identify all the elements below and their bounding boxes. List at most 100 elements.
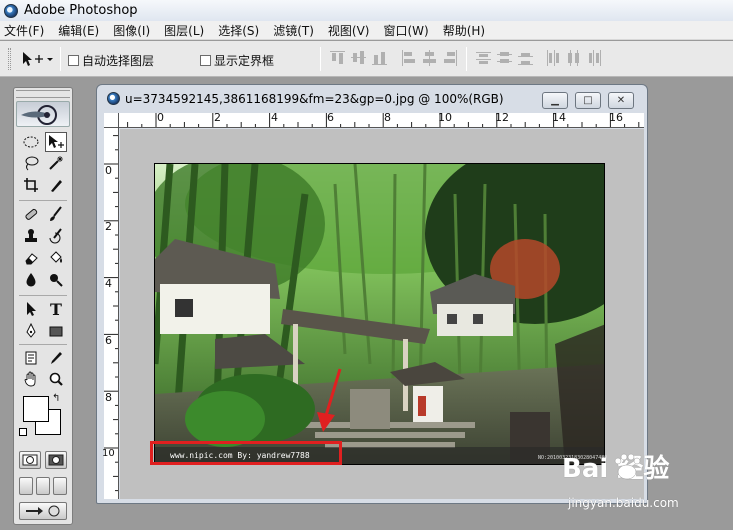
app-title: Adobe Photoshop [24,3,138,18]
shape-icon[interactable] [45,321,67,341]
tool-preset-picker[interactable] [20,50,54,68]
align-buttons [330,50,458,66]
auto-select-checkbox[interactable] [68,55,79,66]
menu-image[interactable]: 图像(I) [113,22,150,39]
align-left-icon[interactable] [401,50,416,66]
eyedropper-icon[interactable] [45,348,67,368]
show-bounds-label: 显示定界框 [214,54,275,68]
crop-icon[interactable] [20,175,42,195]
eraser-icon[interactable] [20,248,42,268]
photoshop-feather-icon[interactable] [16,101,70,127]
hand-icon[interactable] [20,369,42,389]
pen-icon[interactable] [20,321,42,341]
distribute-vcenter-icon[interactable] [497,50,512,66]
align-hcenter-icon[interactable] [422,50,437,66]
toolbox-divider [19,344,67,345]
separator [320,47,321,71]
ruler-top-label: 10 [438,111,452,124]
path-select-icon[interactable] [20,299,42,319]
align-vcenter-icon[interactable] [351,50,366,66]
distribute-hcenter-icon[interactable] [566,50,581,66]
move-icon[interactable] [45,132,67,152]
separator [466,47,467,71]
align-bottom-icon[interactable] [372,50,387,66]
full-screen-icon[interactable] [53,477,67,495]
standard-screen-icon[interactable] [19,477,33,495]
ruler-origin[interactable] [104,113,119,128]
history-brush-icon[interactable] [45,226,67,246]
paint-bucket-icon[interactable] [45,248,67,268]
toolbox-divider [19,200,67,201]
jump-to-imageready-icon[interactable] [19,502,67,520]
zoom-icon[interactable] [45,369,67,389]
document-title: u=3734592145,3861168199&fm=23&gp=0.jpg @… [125,92,504,106]
type-icon[interactable]: T [45,299,67,319]
marquee-icon[interactable] [20,132,42,152]
auto-select-label: 自动选择图层 [82,54,155,68]
align-top-icon[interactable] [330,50,345,66]
ruler-ticks [104,135,118,492]
auto-select-layer-option[interactable]: 自动选择图层 [68,52,154,69]
close-button[interactable]: ✕ [608,92,634,109]
menu-bar: 文件(F) 编辑(E) 图像(I) 图层(L) 选择(S) 滤镜(T) 视图(V… [0,21,733,40]
foreground-color-swatch[interactable] [23,396,49,422]
lasso-icon[interactable] [20,153,42,173]
slice-icon[interactable] [45,175,67,195]
menu-help[interactable]: 帮助(H) [443,22,485,39]
maximize-button[interactable]: □ [575,92,601,109]
vertical-ruler[interactable] [104,128,119,499]
blur-icon[interactable] [20,270,42,290]
menu-layer[interactable]: 图层(L) [164,22,204,39]
menu-file[interactable]: 文件(F) [4,22,44,39]
photoshop-logo-icon [4,3,18,18]
default-colors-icon[interactable] [19,428,27,436]
menu-filter[interactable]: 滤镜(T) [273,22,314,39]
ruler-top-label: 16 [609,111,623,124]
ruler-left-label: 8 [105,391,112,404]
ruler-top-label: 12 [495,111,509,124]
full-screen-menu-icon[interactable] [36,477,50,495]
minimize-button[interactable]: ▁ [542,92,568,109]
menu-select[interactable]: 选择(S) [218,22,259,39]
show-bounds-option[interactable]: 显示定界框 [200,52,274,69]
ruler-top-label: 4 [271,111,278,124]
move-icon [23,52,53,66]
app-titlebar: Adobe Photoshop [0,0,733,21]
menu-edit[interactable]: 编辑(E) [58,22,99,39]
separator [60,47,61,71]
document-icon [107,92,120,105]
bamboo-forest-photo [155,164,604,464]
ruler-top-label: 2 [214,111,221,124]
ruler-top-label: 0 [157,111,164,124]
healing-brush-icon[interactable] [20,204,42,224]
distribute-right-icon[interactable] [587,50,602,66]
quick-mask-button[interactable] [45,451,67,469]
standard-mode-button[interactable] [19,451,41,469]
ruler-left-label: 6 [105,334,112,347]
ruler-top-label: 8 [384,111,391,124]
ruler-left-label: 4 [105,277,112,290]
menu-view[interactable]: 视图(V) [328,22,370,39]
dodge-icon[interactable] [45,270,67,290]
distribute-bottom-icon[interactable] [518,50,533,66]
distribute-top-icon[interactable] [476,50,491,66]
notes-icon[interactable] [20,348,42,368]
stamp-icon[interactable] [20,226,42,246]
distribute-buttons [476,50,602,66]
ruler-top-label: 14 [552,111,566,124]
image-watermark-text: www.nipic.com By: yandrew7788 [170,451,310,460]
show-bounds-checkbox[interactable] [200,55,211,66]
baidu-jingyan-watermark: Bai 经验 jingyan.baidu.com [562,448,732,528]
magic-wand-icon[interactable] [45,153,67,173]
brush-icon[interactable] [45,204,67,224]
document-image[interactable] [154,163,605,465]
swap-colors-icon[interactable]: ↰ [52,393,60,404]
distribute-left-icon[interactable] [545,50,560,66]
options-bar-grip[interactable] [8,48,11,70]
ruler-left-label: 10 [102,448,115,459]
toolbox-divider [19,295,67,296]
align-right-icon[interactable] [443,50,458,66]
document-titlebar[interactable]: u=3734592145,3861168199&fm=23&gp=0.jpg @… [97,85,647,111]
menu-window[interactable]: 窗口(W) [383,22,428,39]
toolbox-grip[interactable] [16,90,70,98]
